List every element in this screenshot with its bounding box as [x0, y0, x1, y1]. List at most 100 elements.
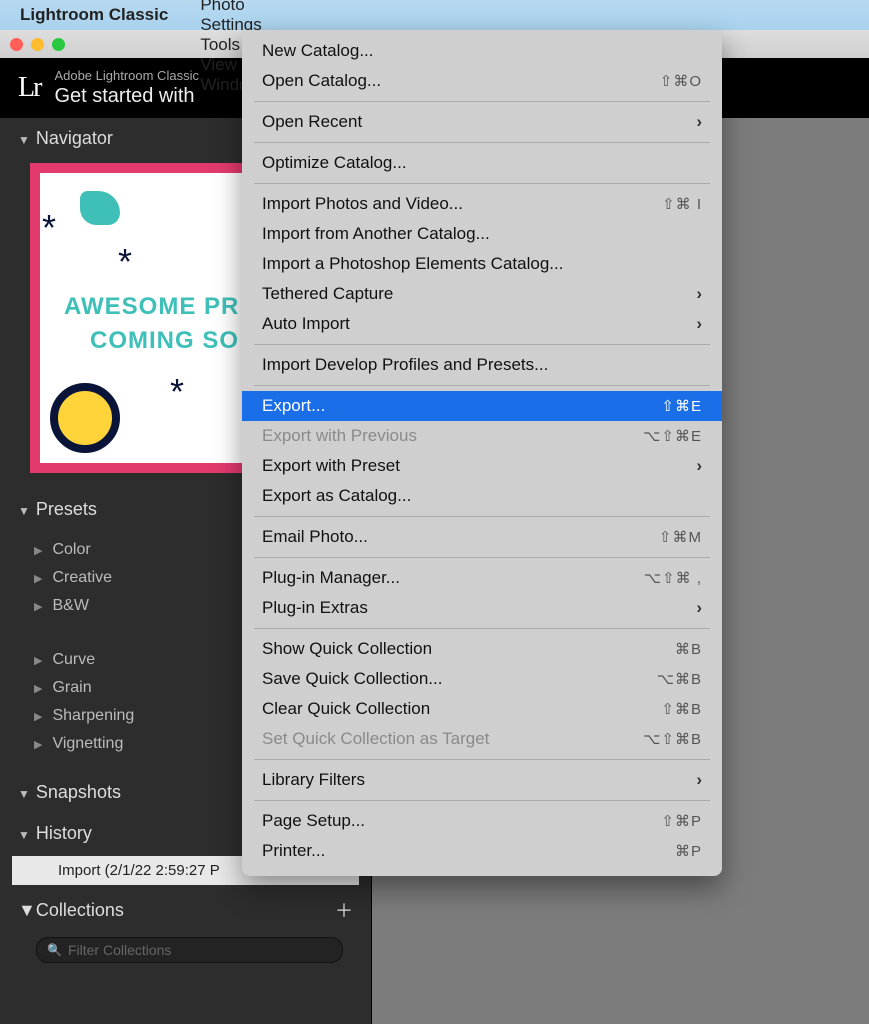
menu-separator — [254, 344, 710, 345]
menu-shortcut: ⇧⌘M — [659, 528, 702, 546]
menu-item-import-photos-and-video[interactable]: Import Photos and Video...⇧⌘ I — [242, 189, 722, 219]
menu-separator — [254, 628, 710, 629]
menu-item-label: Plug-in Extras — [262, 598, 368, 618]
menu-separator — [254, 800, 710, 801]
close-window-icon[interactable] — [10, 38, 23, 51]
menu-separator — [254, 516, 710, 517]
chevron-right-icon: ▶ — [34, 544, 42, 557]
zoom-window-icon[interactable] — [52, 38, 65, 51]
disclosure-triangle-icon[interactable]: ▼ — [18, 133, 30, 147]
menu-item-label: Open Catalog... — [262, 71, 381, 91]
disclosure-triangle-icon[interactable]: ▼ — [18, 504, 30, 518]
menu-shortcut: ⇧⌘B — [661, 700, 702, 718]
chevron-right-icon: ▶ — [34, 682, 42, 695]
menu-shortcut: ⌘B — [675, 640, 702, 658]
collections-header[interactable]: ▼Collections ＋ — [0, 887, 371, 933]
menu-item-label: Export... — [262, 396, 325, 416]
menu-separator — [254, 385, 710, 386]
minimize-window-icon[interactable] — [31, 38, 44, 51]
chevron-right-icon: › — [696, 284, 702, 304]
chevron-right-icon: ▶ — [34, 738, 42, 751]
chevron-right-icon: › — [696, 598, 702, 618]
chevron-right-icon: ▶ — [34, 654, 42, 667]
collections-label: Collections — [36, 900, 124, 920]
thumbnail-text: COMING SO — [90, 327, 239, 355]
menu-item-email-photo[interactable]: Email Photo... ⇧⌘M — [242, 522, 722, 552]
chevron-right-icon: ▶ — [34, 572, 42, 585]
menu-item-label: Tethered Capture — [262, 284, 393, 304]
menu-shortcut: ⇧⌘E — [661, 397, 702, 415]
menu-item-label: Export with Preset — [262, 456, 400, 476]
menu-item-label: Plug-in Manager... — [262, 568, 400, 588]
menu-item-label: Export with Previous — [262, 426, 417, 446]
menu-item-label: Show Quick Collection — [262, 639, 432, 659]
menu-separator — [254, 183, 710, 184]
chevron-right-icon: › — [696, 770, 702, 790]
menu-item-label: Export as Catalog... — [262, 486, 411, 506]
header-subtitle: Adobe Lightroom Classic — [54, 68, 199, 83]
menu-item-clear-quick-collection[interactable]: Clear Quick Collection ⇧⌘B — [242, 694, 722, 724]
menu-item-label: Import from Another Catalog... — [262, 224, 490, 244]
menu-item-optimize-catalog[interactable]: Optimize Catalog... — [242, 148, 722, 178]
history-label: History — [36, 823, 92, 843]
menu-item-page-setup[interactable]: Page Setup... ⇧⌘P — [242, 806, 722, 836]
menu-item-label: Clear Quick Collection — [262, 699, 430, 719]
menu-item-plug-in-manager[interactable]: Plug-in Manager... ⌥⇧⌘ , — [242, 563, 722, 593]
disclosure-triangle-icon[interactable]: ▼ — [18, 787, 30, 801]
menu-item-save-quick-collection[interactable]: Save Quick Collection... ⌥⌘B — [242, 664, 722, 694]
menu-item-import-a-photoshop-elements-catalog[interactable]: Import a Photoshop Elements Catalog... — [242, 249, 722, 279]
menu-shortcut: ⌥⇧⌘ , — [644, 569, 702, 587]
menu-item-import-develop-profiles-and-presets[interactable]: Import Develop Profiles and Presets... — [242, 350, 722, 380]
menu-shortcut: ⇧⌘ I — [662, 195, 702, 213]
menu-separator — [254, 142, 710, 143]
menu-item-export-as-catalog[interactable]: Export as Catalog... — [242, 481, 722, 511]
chevron-right-icon: ▶ — [34, 710, 42, 723]
menu-item-label: Printer... — [262, 841, 325, 861]
disclosure-triangle-icon[interactable]: ▼ — [18, 828, 30, 842]
presets-label: Presets — [36, 499, 97, 519]
menu-item-export-with-previous: Export with Previous ⌥⇧⌘E — [242, 421, 722, 451]
snapshots-label: Snapshots — [36, 782, 121, 802]
menu-shortcut: ⌘P — [675, 842, 702, 860]
macos-menubar: Lightroom Classic FileEditDevelopPhotoSe… — [0, 0, 869, 30]
lightroom-logo-icon: Lr — [18, 72, 40, 104]
file-menu-dropdown: New Catalog... Open Catalog... ⇧⌘O Open Rec… — [242, 30, 722, 876]
app-name[interactable]: Lightroom Classic — [20, 5, 168, 25]
chevron-right-icon: › — [696, 314, 702, 334]
menu-item-auto-import[interactable]: Auto Import› — [242, 309, 722, 339]
chevron-right-icon: ▶ — [34, 600, 42, 613]
menu-photo[interactable]: Photo — [186, 0, 276, 15]
menu-item-label: Save Quick Collection... — [262, 669, 442, 689]
disclosure-triangle-icon[interactable]: ▼ — [18, 900, 36, 920]
collections-search-input[interactable]: 🔍 Filter Collections — [36, 937, 343, 963]
menu-item-label: Page Setup... — [262, 811, 365, 831]
menu-shortcut: ⌥⌘B — [657, 670, 702, 688]
menu-item-printer[interactable]: Printer... ⌘P — [242, 836, 722, 866]
menu-separator — [254, 557, 710, 558]
menu-item-label: Library Filters — [262, 770, 365, 790]
menu-item-label: Import a Photoshop Elements Catalog... — [262, 254, 563, 274]
menu-item-new-catalog[interactable]: New Catalog... — [242, 36, 722, 66]
menu-item-tethered-capture[interactable]: Tethered Capture › — [242, 279, 722, 309]
menu-shortcut: ⇧⌘O — [660, 72, 702, 90]
menu-shortcut: ⌥⇧⌘E — [643, 427, 702, 445]
menu-shortcut: ⇧⌘P — [661, 812, 702, 830]
menu-item-open-recent[interactable]: Open Recent› — [242, 107, 722, 137]
menu-item-plug-in-extras[interactable]: Plug-in Extras › — [242, 593, 722, 623]
menu-item-label: Optimize Catalog... — [262, 153, 407, 173]
navigator-label: Navigator — [36, 128, 113, 148]
menu-item-export[interactable]: Export... ⇧⌘E — [242, 391, 722, 421]
search-icon: 🔍 — [47, 943, 62, 957]
menu-separator — [254, 759, 710, 760]
menu-item-show-quick-collection[interactable]: Show Quick Collection ⌘B — [242, 634, 722, 664]
menu-item-label: Email Photo... — [262, 527, 368, 547]
menu-item-export-with-preset[interactable]: Export with Preset › — [242, 451, 722, 481]
chevron-right-icon: › — [696, 456, 702, 476]
chevron-right-icon: › — [696, 112, 702, 132]
menu-item-library-filters[interactable]: Library Filters › — [242, 765, 722, 795]
thumbnail-text: AWESOME PR — [64, 293, 239, 321]
menu-item-set-quick-collection-as-target: Set Quick Collection as Target⌥⇧⌘B — [242, 724, 722, 754]
add-collection-icon[interactable]: ＋ — [335, 897, 353, 923]
menu-item-open-catalog[interactable]: Open Catalog... ⇧⌘O — [242, 66, 722, 96]
menu-item-import-from-another-catalog[interactable]: Import from Another Catalog... — [242, 219, 722, 249]
